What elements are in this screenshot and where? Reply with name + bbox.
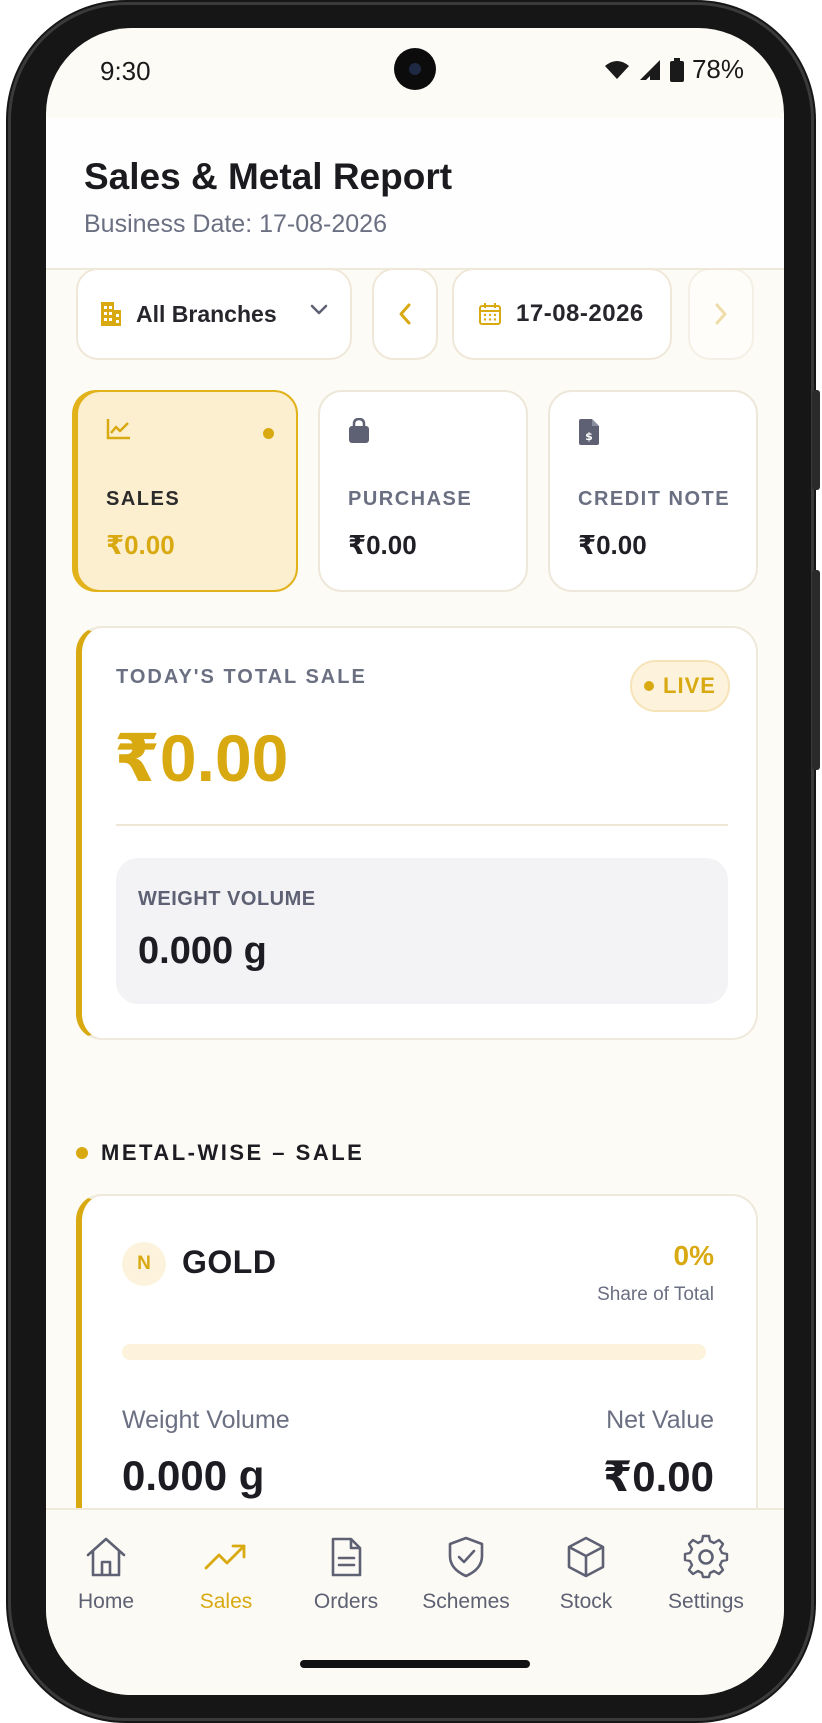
page-title: Sales & Metal Report: [84, 156, 453, 197]
shield-check-icon: [448, 1536, 484, 1578]
net-value-label: Net Value: [606, 1406, 714, 1434]
metal-badge: N: [122, 1242, 166, 1286]
weight-volume-label: WEIGHT VOLUME: [138, 888, 316, 910]
category-label: PURCHASE: [348, 488, 473, 510]
svg-text:$: $: [585, 430, 593, 443]
wifi-icon: [604, 60, 629, 79]
divider: [116, 824, 728, 826]
nav-item-sales[interactable]: Sales: [166, 1534, 286, 1614]
document-dollar-icon: $: [579, 419, 599, 445]
home-indicator[interactable]: [300, 1660, 530, 1668]
phone-frame: 9:30 78% Sales & Metal Report Business D…: [6, 0, 820, 1723]
page-header: Sales & Metal Report Business Date: 17-0…: [46, 118, 784, 270]
category-card-sales[interactable]: SALES ₹0.00: [76, 390, 298, 592]
screen: 9:30 78% Sales & Metal Report Business D…: [46, 28, 784, 1695]
gear-icon: [683, 1534, 729, 1579]
next-date-button[interactable]: [688, 268, 754, 360]
section-title: METAL-WISE – SALE: [101, 1140, 365, 1165]
total-sale-value: ₹0.00: [114, 721, 289, 795]
previous-date-button[interactable]: [372, 268, 438, 360]
category-label: CREDIT NOTE: [578, 488, 731, 510]
calendar-icon: [479, 303, 501, 325]
weight-volume-box: WEIGHT VOLUME 0.000 g: [116, 858, 728, 1004]
trending-up-icon: [204, 1544, 246, 1570]
building-icon: [101, 302, 121, 326]
branch-selector[interactable]: All Branches: [76, 268, 352, 360]
category-card-purchase[interactable]: PURCHASE ₹0.00: [318, 390, 528, 592]
metal-name: GOLD: [182, 1244, 277, 1280]
chart-line-icon: [106, 419, 130, 440]
weight-volume-label: Weight Volume: [122, 1406, 290, 1434]
nav-label: Home: [77, 1590, 135, 1613]
nav-item-settings[interactable]: Settings: [646, 1534, 766, 1614]
chevron-down-icon: [310, 304, 328, 315]
chevron-left-icon: [399, 303, 411, 325]
status-bar: 9:30 78%: [46, 28, 784, 118]
document-icon: [331, 1537, 362, 1577]
metal-card-gold[interactable]: N GOLD 0% Share of Total Weight Volume N…: [76, 1194, 758, 1554]
share-progress-bar: [122, 1344, 706, 1360]
category-value: ₹0.00: [348, 530, 417, 560]
front-camera: [394, 48, 436, 90]
shopping-bag-icon: [349, 418, 369, 443]
share-value: 0%: [673, 1240, 714, 1271]
status-time: 9:30: [100, 56, 151, 86]
nav-label: Schemes: [422, 1590, 510, 1613]
business-date: Business Date: 17-08-2026: [84, 210, 387, 238]
section-header: METAL-WISE – SALE: [76, 1140, 364, 1166]
live-badge: LIVE: [630, 660, 730, 712]
nav-item-schemes[interactable]: Schemes: [406, 1534, 526, 1614]
active-indicator: [263, 428, 274, 439]
power-button: [812, 570, 820, 770]
category-card-credit-note[interactable]: $ CREDIT NOTE ₹0.00: [548, 390, 758, 592]
signal-icon: [639, 59, 660, 80]
branch-label: All Branches: [136, 300, 277, 327]
total-sale-label: TODAY'S TOTAL SALE: [116, 666, 367, 688]
category-label: SALES: [106, 488, 181, 510]
weight-volume-value: 0.000 g: [122, 1452, 265, 1499]
nav-label: Sales: [199, 1590, 253, 1613]
total-sale-card: TODAY'S TOTAL SALE LIVE ₹0.00 WEIGHT VOL…: [76, 626, 758, 1040]
nav-label: Settings: [668, 1590, 744, 1613]
date-picker[interactable]: 17-08-2026: [452, 268, 672, 360]
chevron-right-icon: [715, 303, 727, 325]
battery-percent: 78%: [691, 54, 744, 84]
live-dot: [644, 681, 655, 691]
volume-button: [812, 390, 820, 490]
live-badge-text: LIVE: [663, 673, 716, 698]
battery-icon: [669, 57, 684, 82]
home-icon: [86, 1537, 126, 1577]
nav-item-orders[interactable]: Orders: [286, 1534, 406, 1614]
category-value: ₹0.00: [106, 530, 175, 560]
nav-item-home[interactable]: Home: [46, 1534, 166, 1614]
nav-label: Stock: [559, 1590, 613, 1613]
weight-volume-value: 0.000 g: [138, 930, 267, 972]
share-label: Share of Total: [597, 1284, 714, 1305]
box-icon: [567, 1536, 605, 1578]
nav-label: Orders: [313, 1590, 379, 1613]
nav-item-stock[interactable]: Stock: [526, 1534, 646, 1614]
section-dot: [76, 1147, 88, 1159]
selected-date: 17-08-2026: [516, 300, 644, 327]
net-value: ₹0.00: [603, 1453, 714, 1500]
category-value: ₹0.00: [578, 530, 647, 560]
status-icons: 78%: [604, 54, 744, 85]
